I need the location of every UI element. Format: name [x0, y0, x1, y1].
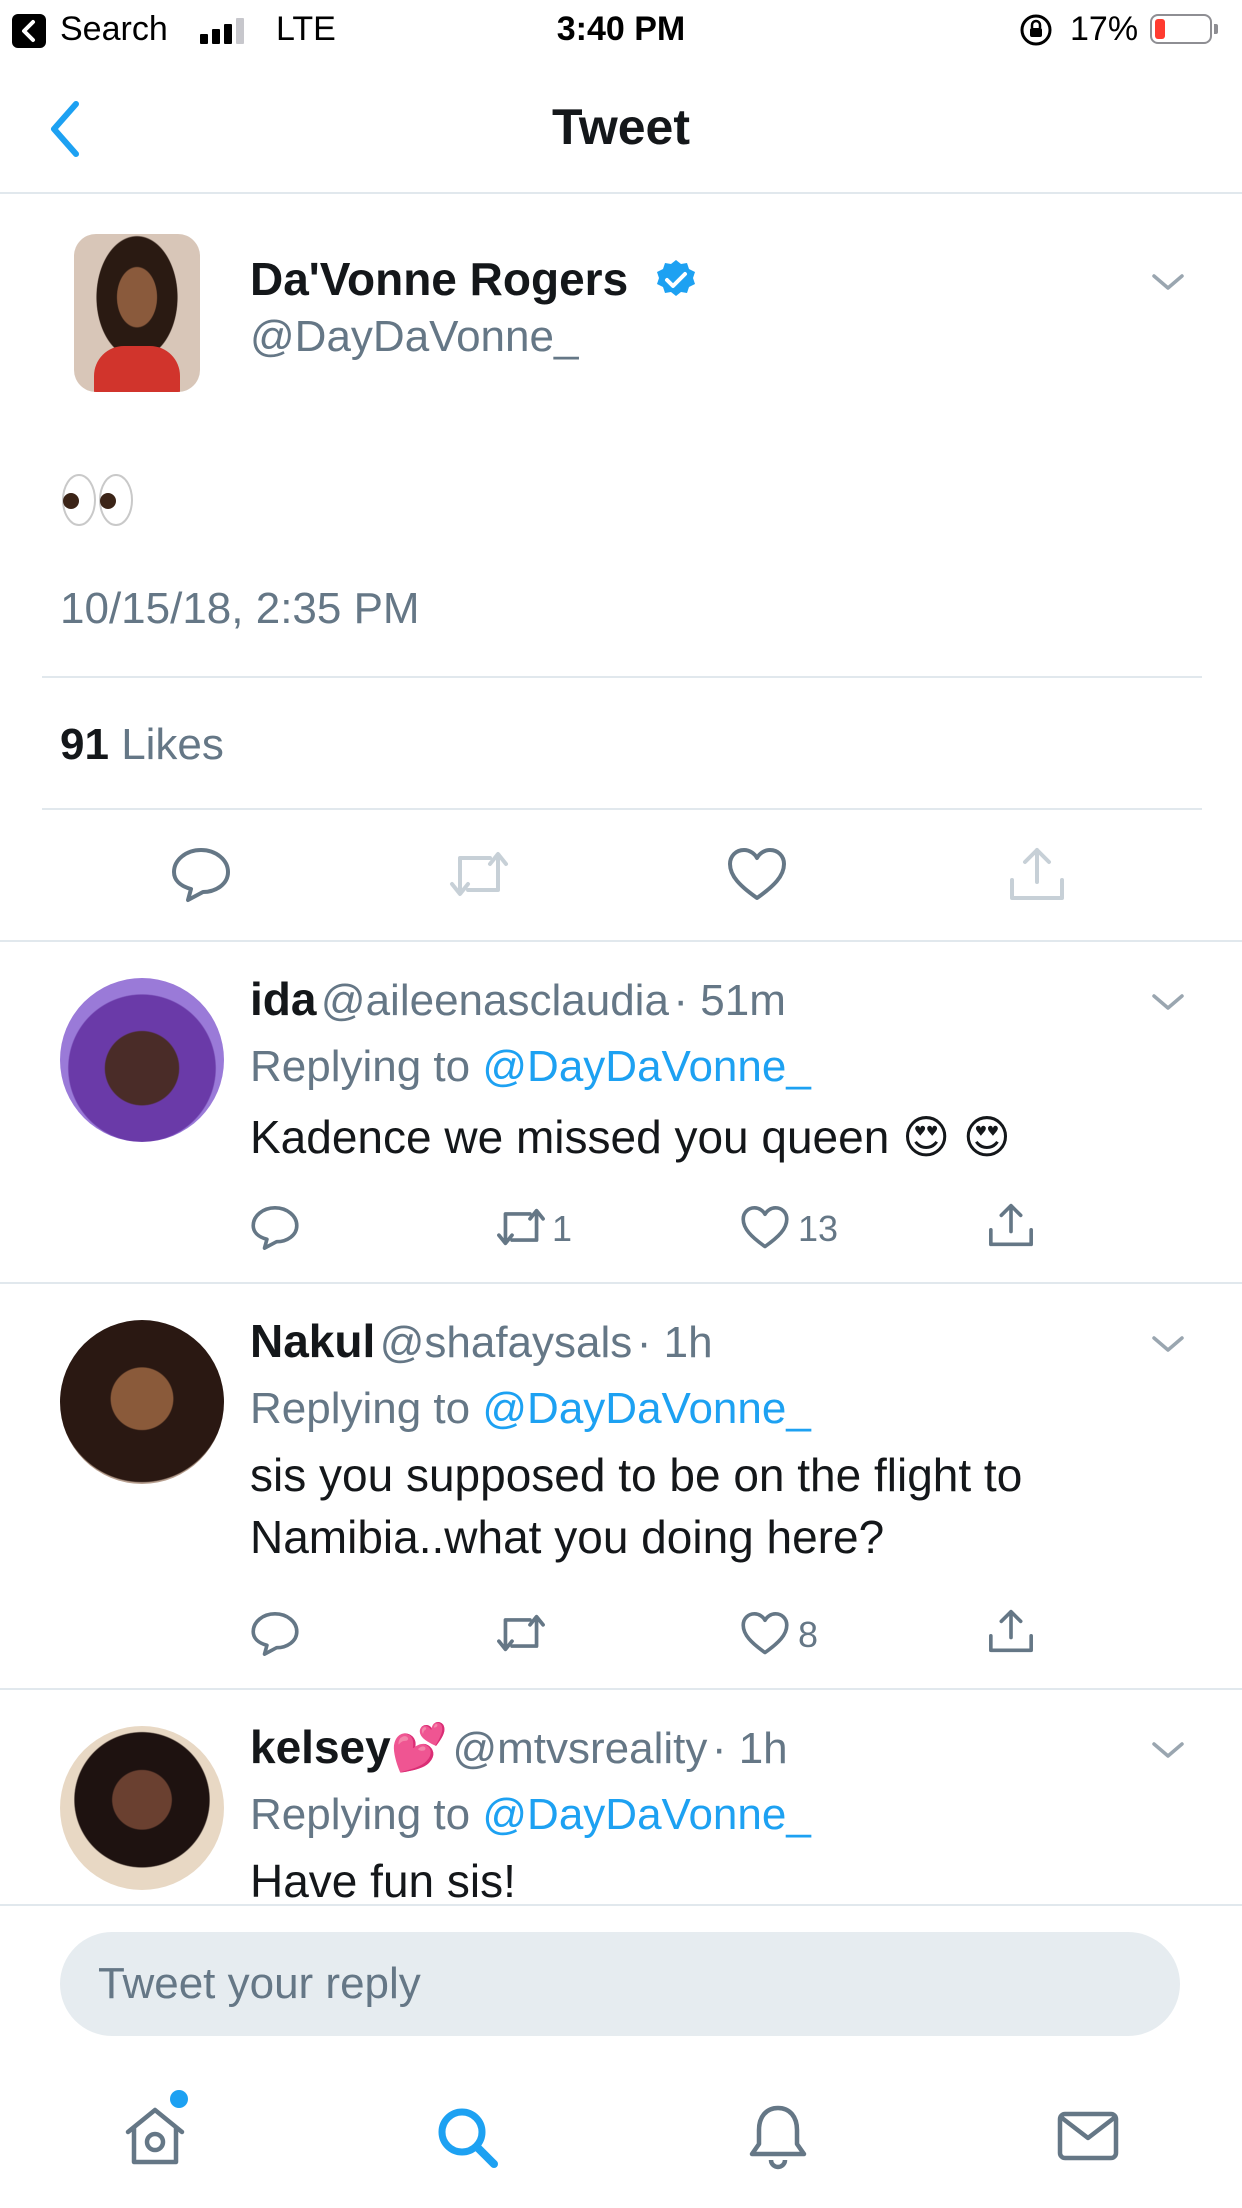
- bell-icon[interactable]: [746, 2102, 810, 2170]
- like-icon[interactable]: [726, 846, 788, 904]
- chevron-down-icon[interactable]: [1150, 990, 1186, 1014]
- replying-prefix: Replying to: [250, 1042, 471, 1091]
- rotation-lock-icon: [1020, 14, 1052, 46]
- chevron-down-icon[interactable]: [1150, 1738, 1186, 1762]
- divider: [42, 808, 1202, 810]
- reply-avatar[interactable]: [60, 978, 224, 1142]
- replying-to: Replying to @DayDaVonne_: [250, 1384, 811, 1434]
- status-time: 3:40 PM: [556, 10, 686, 48]
- reply-text: Kadence we missed you queen 😍 😍: [250, 1111, 1011, 1163]
- reply-item[interactable]: ida @aileenasclaudia · 51m Replying to @…: [0, 942, 1242, 1282]
- reply-author-handle[interactable]: @shafaysals: [380, 1318, 633, 1367]
- reply-author-name[interactable]: Nakul: [250, 1315, 375, 1367]
- reply-author-name[interactable]: ida: [250, 973, 316, 1025]
- reply-header: kelsey💕 @mtvsreality · 1h: [250, 1720, 788, 1775]
- likes-summary[interactable]: 91 Likes: [60, 720, 224, 770]
- like-count: 13: [798, 1208, 839, 1249]
- mail-icon[interactable]: [1056, 2108, 1120, 2164]
- share-icon[interactable]: [986, 1606, 1036, 1656]
- reply-header: ida @aileenasclaudia · 51m: [250, 972, 786, 1026]
- reply-item[interactable]: Nakul @shafaysals · 1h Replying to @DayD…: [0, 1284, 1242, 1688]
- new-content-dot: [170, 2090, 188, 2108]
- nav-bar: Tweet: [0, 64, 1242, 194]
- verified-badge-icon: [657, 260, 695, 296]
- divider: [42, 676, 1202, 678]
- battery-percentage: 17%: [1070, 10, 1139, 48]
- replying-to-link[interactable]: @DayDaVonne_: [482, 1384, 810, 1433]
- search-icon[interactable]: [434, 2104, 500, 2170]
- battery-tip: [1214, 24, 1218, 34]
- reply-header: Nakul @shafaysals · 1h: [250, 1314, 713, 1368]
- like-count: 8: [798, 1614, 819, 1655]
- reply-item[interactable]: kelsey💕 @mtvsreality · 1h Replying to @D…: [0, 1690, 1242, 1904]
- replying-to: Replying to @DayDaVonne_: [250, 1042, 811, 1092]
- status-bar: Search LTE 3:40 PM 17%: [0, 0, 1242, 64]
- retweet-icon[interactable]: [494, 1610, 548, 1656]
- like-icon[interactable]: [740, 1204, 790, 1252]
- tweet-text-eyes-emoji: [62, 474, 133, 526]
- share-icon: [1010, 848, 1064, 900]
- reply-icon[interactable]: [170, 846, 232, 904]
- reply-avatar[interactable]: [60, 1726, 224, 1890]
- reply-text-line: Namibia..what you doing here?: [250, 1511, 885, 1563]
- chevron-down-icon[interactable]: [1150, 270, 1186, 294]
- replying-prefix: Replying to: [250, 1790, 471, 1839]
- battery-icon: [1150, 14, 1212, 44]
- reply-icon[interactable]: [250, 1204, 300, 1252]
- reply-author-name[interactable]: kelsey💕: [250, 1721, 448, 1773]
- likes-count: 91: [60, 720, 109, 769]
- replying-to-link[interactable]: @DayDaVonne_: [482, 1042, 810, 1091]
- reply-text: sis you supposed to be on the flight to …: [250, 1444, 1022, 1568]
- reply-text: Have fun sis!: [250, 1855, 516, 1904]
- page-title: Tweet: [552, 99, 690, 155]
- reply-input[interactable]: [60, 1932, 1180, 2036]
- reply-time: · 51m: [673, 976, 786, 1025]
- reply-time: · 1h: [636, 1318, 713, 1367]
- author-avatar[interactable]: [74, 234, 200, 392]
- home-icon[interactable]: [122, 2104, 188, 2168]
- retweet-count: 1: [552, 1208, 573, 1249]
- like-icon[interactable]: [740, 1610, 790, 1658]
- author-handle[interactable]: @DayDaVonne_: [250, 312, 578, 362]
- reply-author-handle[interactable]: @aileenasclaudia: [321, 976, 669, 1025]
- chevron-down-icon[interactable]: [1150, 1332, 1186, 1356]
- reply-time: · 1h: [711, 1724, 788, 1773]
- replying-to-link[interactable]: @DayDaVonne_: [482, 1790, 810, 1839]
- reply-text-line: sis you supposed to be on the flight to: [250, 1449, 1023, 1501]
- replying-to: Replying to @DayDaVonne_: [250, 1790, 811, 1840]
- divider: [0, 1904, 1242, 1906]
- reply-author-handle[interactable]: @mtvsreality: [452, 1724, 707, 1773]
- retweet-icon: [450, 852, 508, 896]
- replying-prefix: Replying to: [250, 1384, 471, 1433]
- tweet-date: 10/15/18, 2:35 PM: [60, 584, 420, 633]
- reply-avatar[interactable]: [60, 1320, 224, 1484]
- likes-label: Likes: [121, 720, 224, 769]
- author-name[interactable]: Da'Vonne Rogers: [250, 252, 628, 306]
- share-icon[interactable]: [986, 1200, 1036, 1250]
- retweet-icon[interactable]: [494, 1204, 548, 1250]
- reply-icon[interactable]: [250, 1610, 300, 1658]
